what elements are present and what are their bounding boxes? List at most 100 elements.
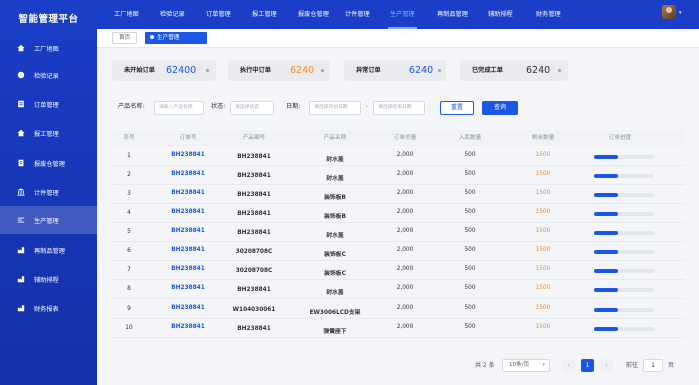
goto-page-input[interactable]: 1 [643,359,663,372]
stat-value: 62400 [166,65,197,76]
sidebar-item-piecework[interactable]: 计件管理 [0,178,97,206]
sidebar-item-scheduling[interactable]: 辅助排程 [0,265,97,293]
column-header-remaining-qty: 剩余数量 [531,135,555,141]
cell-product-name: 封水盖 [326,176,344,182]
stat-value: 6240 [409,65,434,76]
cell-order-no[interactable]: BH238841 [171,190,204,196]
sidebar-item-orders[interactable]: 订单管理 [0,90,97,118]
breadcrumb-home-tab[interactable]: 首页 [112,32,138,44]
cell-no: 8 [127,286,131,292]
page-suffix-label: 页 [668,362,675,369]
table-row[interactable]: 1 BH238841 BH238841 封水盖 2,000 500 1500 [112,147,685,166]
sidebar-item-work-report[interactable]: 报工管理 [0,119,97,147]
sidebar-item-label: 报废仓管理 [34,160,65,168]
prev-page-button[interactable]: ‹ [562,359,575,372]
nav-tab-remanufacture[interactable]: 再制品管理 [437,0,468,29]
table-row[interactable]: 8 BH238841 BH238841 封水盖 2,000 500 1500 [112,280,685,299]
stat-label: 已完成工单 [472,67,503,74]
breadcrumb-current-tab[interactable]: 生产管理 [145,32,207,44]
column-header-product-code: 产品编号 [242,135,266,141]
breadcrumb-current-label: 生产管理 [157,35,180,41]
sidebar-item-label: 生产管理 [34,217,59,225]
cell-order-no[interactable]: BH238841 [171,171,204,177]
nav-tab-scrap-warehouse[interactable]: 报废仓管理 [298,0,329,29]
column-header-product-name: 产品名称 [323,135,347,141]
cell-order-no[interactable]: BH238841 [171,152,204,158]
cell-product-name: 封水盖 [326,233,344,239]
avatar[interactable] [662,5,676,19]
sidebar-item-finance[interactable]: 财务报表 [0,294,97,322]
cell-remaining-qty: 1500 [535,266,551,272]
reset-button[interactable]: 重置 [440,101,474,115]
stat-card-in-progress: 执行中订单 6240 [228,60,330,81]
progress-bar-fill [594,155,618,159]
progress-bar-fill [594,212,618,216]
dot-icon [558,69,561,72]
sidebar-item-production[interactable]: 生产管理 [0,206,97,234]
sidebar-item-scrap-warehouse[interactable]: 报废仓管理 [0,149,97,177]
cell-order-no[interactable]: BH238841 [171,305,204,311]
cell-product-code: W104030061 [232,307,276,313]
cell-product-name: 装饰板C [324,271,346,277]
end-date-input[interactable]: 请选择结束日期 [373,101,425,115]
nav-tab-production[interactable]: 生产管理 [388,0,417,29]
table-row[interactable]: 7 BH238841 30208708C 装饰板C 2,000 500 1500 [112,261,685,280]
sidebar-item-factory-map[interactable]: 工厂地图 [0,34,97,62]
sidebar-item-inspection[interactable]: 检验记录 [0,61,97,89]
cell-remaining-qty: 1500 [535,305,551,311]
sidebar-item-label: 检验记录 [34,72,59,80]
table-row[interactable]: 6 BH238841 30208708C 装饰板C 2,000 500 1500 [112,242,685,261]
progress-bar-fill [594,327,618,331]
page-number-current[interactable]: 1 [581,359,594,372]
nav-tab-piecework[interactable]: 计件管理 [345,0,370,29]
cell-product-name: 装饰板C [324,252,346,258]
cell-order-no[interactable]: BH238841 [171,209,204,215]
cell-order-no[interactable]: BH238841 [171,266,204,272]
table-row[interactable]: 9 BH238841 W104030061 EW3006LCD支架 2,000 500 15… [112,300,685,319]
order-icon [16,100,25,109]
column-header-order-total: 订单总量 [393,135,417,141]
table-row[interactable]: 5 BH238841 BH238841 封水盖 2,000 500 1500 [112,223,685,242]
cell-stock-qty: 500 [464,152,476,158]
page-size-select[interactable]: 10条/页 ▾ [502,359,550,372]
nav-tab-inspection[interactable]: 检验记录 [160,0,185,29]
stat-value: 6240 [290,65,315,76]
product-name-label: 产品名称: [118,103,145,110]
table-row[interactable]: 3 BH238841 BH238841 装饰板B 2,000 500 1500 [112,185,685,204]
cell-order-no[interactable]: BH238841 [171,228,204,234]
nav-tab-finance[interactable]: 财务管理 [536,0,561,29]
progress-bar [594,288,654,292]
cell-remaining-qty: 1500 [535,285,551,291]
sidebar-item-label: 计件管理 [34,189,59,197]
sidebar-item-label: 订单管理 [34,101,59,109]
nav-tab-scheduling[interactable]: 辅助排程 [488,0,513,29]
cell-order-total: 2,000 [396,152,414,158]
stat-card-abnormal: 异常订单 6240 [344,60,446,81]
schedule-icon [16,275,25,284]
product-name-input[interactable]: 请输入产品名称 [154,101,204,115]
start-date-input[interactable]: 请选择开始日期 [309,101,361,115]
cell-order-no[interactable]: BH238841 [171,247,204,253]
nav-tab-work-report[interactable]: 报工管理 [252,0,277,29]
cell-product-name: EW3006LCD支架 [309,310,361,316]
cell-remaining-qty: 1500 [535,209,551,215]
next-page-button[interactable]: › [600,359,613,372]
chevron-down-icon[interactable]: ▾ [679,10,682,16]
sidebar-item-remanufacture[interactable]: 再制品管理 [0,236,97,264]
cell-order-total: 2,000 [396,171,414,177]
progress-bar [594,212,654,216]
status-select[interactable]: 请选择状态 [230,101,274,115]
active-dot-icon [150,35,154,39]
table-row[interactable]: 2 BH238841 BH238841 封水盖 2,000 500 1500 [112,166,685,185]
cell-product-code: BH238841 [237,326,271,332]
table-row[interactable]: 10 BH238841 BH238841 弹簧座下 2,000 500 1500 [112,319,685,338]
table-row[interactable]: 4 BH238841 BH238841 装饰板B 2,000 500 1500 [112,204,685,223]
query-button[interactable]: 查询 [482,101,518,115]
nav-tab-factory-map[interactable]: 工厂地图 [114,0,139,29]
cell-order-no[interactable]: BH238841 [171,285,204,291]
dot-icon [321,69,324,72]
cell-order-no[interactable]: BH238841 [171,324,204,330]
cell-no: 7 [127,267,131,273]
dot-icon [206,69,209,72]
nav-tab-orders[interactable]: 订单管理 [206,0,231,29]
